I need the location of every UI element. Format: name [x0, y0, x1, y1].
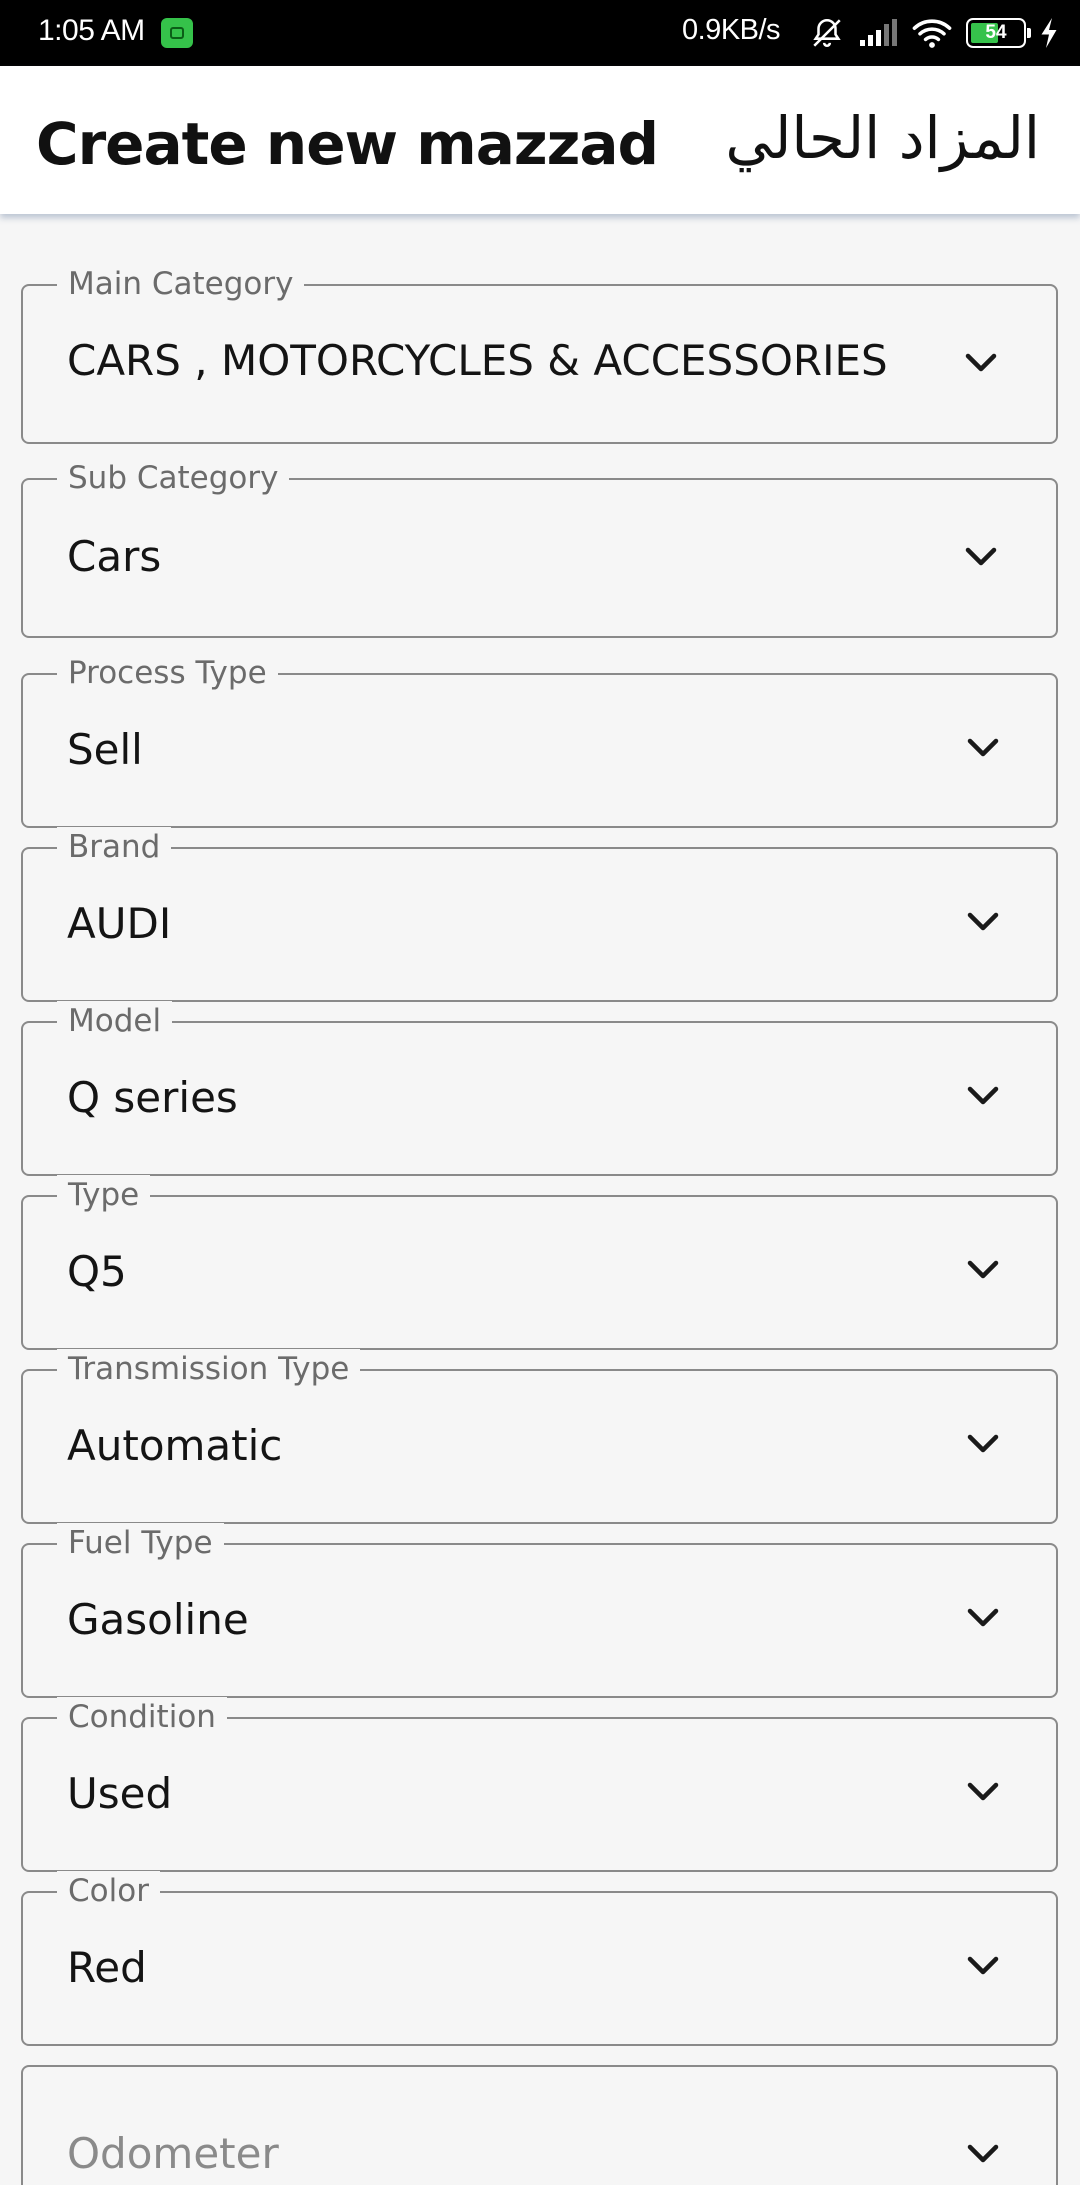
field-value: Gasoline [67, 1595, 249, 1644]
condition-dropdown[interactable]: Condition Used [21, 1697, 1058, 1872]
chevron-down-icon [965, 353, 997, 372]
battery-icon: 54 [966, 18, 1031, 48]
status-icons: 54 [810, 12, 1058, 54]
color-dropdown[interactable]: Color Red [21, 1871, 1058, 2046]
chevron-down-icon [967, 1608, 999, 1627]
chevron-down-icon [967, 1086, 999, 1105]
chevron-down-icon [967, 738, 999, 757]
field-label: Process Type [57, 653, 278, 693]
field-value: Red [67, 1943, 147, 1992]
field-value: Used [67, 1769, 173, 1818]
signal-icon [860, 19, 897, 46]
model-dropdown[interactable]: Model Q series [21, 1001, 1058, 1176]
field-label: Transmission Type [57, 1349, 361, 1389]
wifi-icon [912, 19, 952, 48]
language-toggle[interactable]: المزاد الحالي [725, 104, 1040, 172]
fuel-type-dropdown[interactable]: Fuel Type Gasoline [21, 1523, 1058, 1698]
chevron-down-icon [967, 2144, 999, 2163]
charging-bolt-icon [1041, 18, 1057, 48]
network-speed: 0.9KB/s [682, 14, 781, 46]
process-type-dropdown[interactable]: Process Type Sell [21, 653, 1058, 828]
field-label: Model [57, 1001, 173, 1041]
app-bar: Create new mazzad المزاد الحالي [0, 66, 1080, 214]
chevron-down-icon [967, 1956, 999, 1975]
status-bar: 1:05 AM 0.9KB/s 54 [0, 0, 1080, 66]
page-title: Create new mazzad [36, 110, 659, 178]
type-dropdown[interactable]: Type Q5 [21, 1175, 1058, 1350]
field-value: CARS , MOTORCYCLES & ACCESSORIES [67, 336, 888, 385]
field-label: Type [57, 1175, 151, 1215]
chevron-down-icon [965, 547, 997, 566]
field-label: Color [57, 1871, 160, 1911]
field-label: Condition [57, 1697, 227, 1737]
sub-category-dropdown[interactable]: Sub Category Cars [21, 458, 1058, 638]
field-value: AUDI [67, 899, 172, 948]
field-value: Cars [67, 532, 162, 581]
field-label: Brand [57, 827, 172, 867]
chevron-down-icon [967, 912, 999, 931]
chevron-down-icon [967, 1434, 999, 1453]
field-value: Automatic [67, 1421, 283, 1470]
odometer-dropdown[interactable]: Odometer [21, 2065, 1058, 2185]
field-value: Q series [67, 1073, 238, 1122]
field-label: Sub Category [57, 458, 290, 498]
battery-level: 54 [985, 22, 1007, 43]
chevron-down-icon [967, 1260, 999, 1279]
field-label: Fuel Type [57, 1523, 224, 1563]
main-category-dropdown[interactable]: Main Category CARS , MOTORCYCLES & ACCES… [21, 264, 1058, 444]
brand-dropdown[interactable]: Brand AUDI [21, 827, 1058, 1002]
field-value: Sell [67, 725, 143, 774]
field-value: Q5 [67, 1247, 127, 1296]
transmission-type-dropdown[interactable]: Transmission Type Automatic [21, 1349, 1058, 1524]
field-label: Main Category [57, 264, 305, 304]
bell-off-icon [813, 18, 841, 47]
notification-app-icon [161, 18, 193, 48]
chevron-down-icon [967, 1782, 999, 1801]
odometer-placeholder: Odometer [67, 2129, 279, 2178]
status-time: 1:05 AM [38, 14, 145, 47]
